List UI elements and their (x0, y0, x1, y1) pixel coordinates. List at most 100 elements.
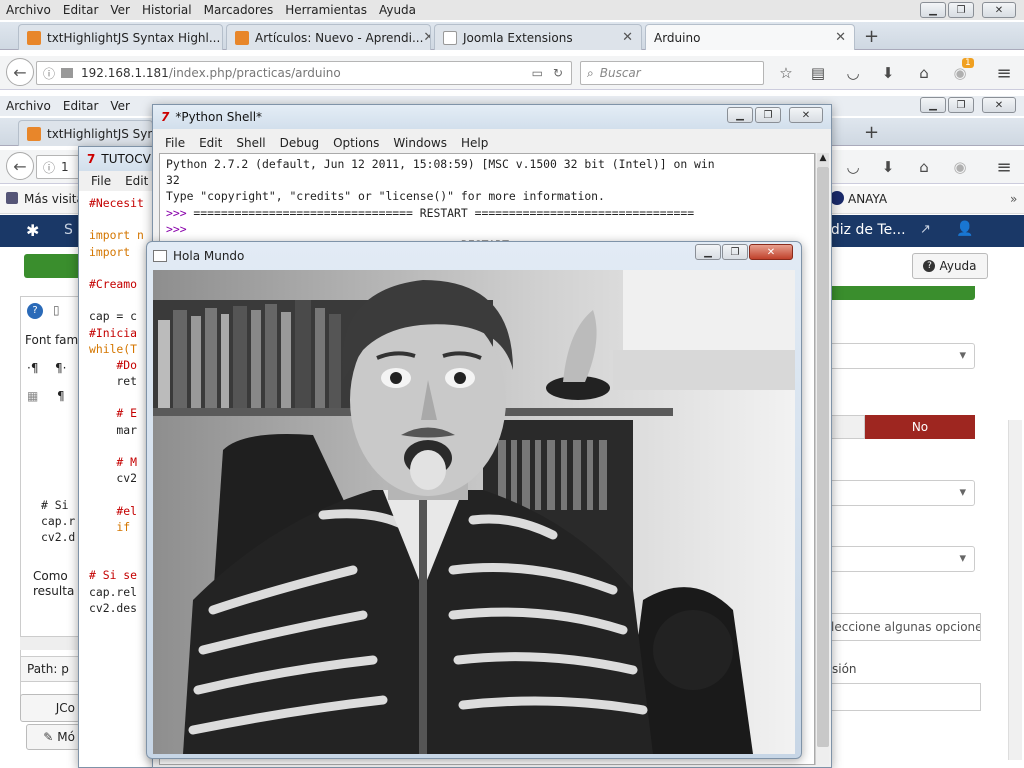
menu-historial[interactable]: Historial (136, 3, 198, 17)
bookmark-star-icon[interactable]: ☆ (776, 63, 796, 83)
maximize-button[interactable]: ❐ (722, 244, 748, 260)
reader-icon[interactable]: ▭ (532, 66, 543, 80)
editor-path-bar: Path: p (20, 656, 80, 682)
download-icon[interactable]: ⬇ (878, 157, 898, 177)
maximize-button[interactable]: ❐ (948, 97, 974, 113)
user-icon[interactable]: 👤 (956, 221, 973, 237)
nav-left-text[interactable]: S (64, 222, 73, 238)
ltr-icon[interactable]: ·¶ (27, 361, 38, 375)
menu-shell[interactable]: Shell (236, 136, 265, 150)
minimize-button[interactable]: ▁ (727, 107, 753, 123)
menu-ver[interactable]: Ver (104, 3, 136, 17)
help-button[interactable]: ? Ayuda (912, 253, 988, 279)
scroll-up-icon[interactable]: ▲ (817, 153, 829, 167)
url-bar[interactable]: ⓘ 192.168.1.181/index.php/practicas/ardu… (36, 61, 572, 85)
menu-marcadores[interactable]: Marcadores (198, 3, 280, 17)
no-toggle[interactable]: No (865, 415, 975, 439)
edit-icon: ✎ (43, 730, 54, 744)
menu-editar[interactable]: Editar (57, 3, 105, 17)
download-icon[interactable]: ⬇ (878, 63, 898, 83)
shell-scrollbar[interactable]: ▲ (815, 153, 829, 765)
editor-hscrollbar[interactable] (20, 636, 80, 650)
document-icon[interactable]: ▯ (53, 303, 60, 317)
menu-help[interactable]: Help (461, 136, 488, 150)
menu-edit[interactable]: Edit (125, 174, 148, 188)
save-button[interactable] (24, 254, 84, 278)
search-input[interactable]: ⌕ Buscar (580, 61, 764, 85)
menu-herramientas[interactable]: Herramientas (279, 3, 373, 17)
sync-icon[interactable]: ◉ (950, 157, 970, 177)
minimize-button[interactable]: ▁ (920, 2, 946, 18)
menu-editar[interactable]: Editar (57, 99, 105, 113)
joomla-logo-icon[interactable]: ✱ (26, 221, 39, 240)
tab-label: Artículos: Nuevo - Aprendi... (255, 30, 424, 45)
close-icon[interactable]: ✕ (622, 30, 633, 45)
close-window-button[interactable]: ✕ (789, 107, 823, 123)
joomla-icon (235, 30, 249, 45)
back-button[interactable]: ← (6, 152, 34, 180)
tab-arduino[interactable]: Arduino ✕ (645, 24, 855, 50)
menu-windows[interactable]: Windows (393, 136, 447, 150)
tab-label: Joomla Extensions (463, 30, 573, 45)
search-icon: ⌕ (587, 65, 594, 80)
new-tab-button[interactable]: + (864, 26, 879, 47)
back-button[interactable]: ← (6, 58, 34, 86)
url-path: /index.php/practicas/arduino (168, 66, 341, 80)
close-icon[interactable]: ✕ (835, 30, 846, 45)
reload-icon[interactable]: ↻ (553, 66, 563, 80)
close-window-button[interactable]: ✕ (749, 244, 793, 260)
close-icon[interactable]: ✕ (423, 30, 430, 45)
rtl-icon[interactable]: ¶· (55, 361, 66, 375)
maximize-button[interactable]: ❐ (948, 2, 974, 18)
paragraph-icon[interactable]: ¶ (57, 389, 65, 403)
minimize-button[interactable]: ▁ (695, 244, 721, 260)
menu-ver[interactable]: Ver (104, 99, 136, 113)
jcomments-button[interactable]: JCo (20, 694, 80, 722)
table-icon[interactable]: ▦ (27, 389, 38, 403)
close-icon[interactable]: ✕ (220, 30, 222, 45)
menu-file[interactable]: File (165, 136, 185, 150)
menu-edit[interactable]: Edit (199, 136, 222, 150)
hamburger-menu-icon[interactable]: ≡ (994, 157, 1014, 178)
editor-snippet: cv2.d (41, 530, 76, 544)
hamburger-menu-icon[interactable]: ≡ (994, 63, 1014, 84)
menu-ayuda[interactable]: Ayuda (373, 3, 422, 17)
module-button[interactable]: ✎ Mó (26, 724, 80, 750)
bookmarks-list-icon[interactable]: ▤ (808, 63, 828, 83)
pocket-icon[interactable]: ◡ (843, 157, 863, 177)
close-window-button[interactable]: ✕ (982, 2, 1016, 18)
new-tab-button[interactable]: + (864, 122, 879, 143)
close-window-button[interactable]: ✕ (982, 97, 1016, 113)
page-icon (443, 30, 457, 45)
bookmark-anaya[interactable]: ANAYA (848, 192, 887, 206)
info-icon[interactable]: ⓘ (43, 65, 55, 82)
shell-line: Type "copyright", "credits" or "license(… (166, 189, 605, 204)
shell-prompt: >>> (166, 221, 187, 236)
hola-mundo-window[interactable]: Hola Mundo ▁ ❐ ✕ (146, 241, 802, 759)
help-icon[interactable]: ? (27, 303, 43, 319)
tab-joomla-extensions[interactable]: Joomla Extensions ✕ (434, 24, 642, 50)
page-scrollbar[interactable] (1008, 420, 1022, 760)
menu-archivo[interactable]: Archivo (0, 99, 57, 113)
pocket-icon[interactable]: ◡ (843, 63, 863, 83)
chevron-right-icon[interactable]: » (1010, 192, 1017, 206)
home-icon[interactable]: ⌂ (914, 63, 934, 83)
font-family-label[interactable]: Font fam (25, 333, 78, 347)
home-icon[interactable]: ⌂ (914, 157, 934, 177)
menu-debug[interactable]: Debug (280, 136, 319, 150)
menu-file[interactable]: File (91, 174, 111, 188)
bookmark-mas-visitados[interactable]: Más visita (24, 192, 84, 206)
scroll-thumb[interactable] (817, 167, 829, 747)
menu-options[interactable]: Options (333, 136, 379, 150)
maximize-button[interactable]: ❐ (755, 107, 781, 123)
minimize-button[interactable]: ▁ (920, 97, 946, 113)
tab-txthighlight[interactable]: txtHighlightJS Syntax Highl... ✕ (18, 24, 223, 50)
menu-archivo[interactable]: Archivo (0, 3, 57, 17)
idle-editor-titlebar[interactable]: 7 TUTOCV (79, 147, 157, 171)
tab-txthighlight[interactable]: txtHighlightJS Syntax Highl... (18, 120, 153, 146)
tab-articulos[interactable]: Artículos: Nuevo - Aprendi... ✕ (226, 24, 431, 50)
info-icon[interactable]: ⓘ (43, 159, 55, 176)
notification-badge: 1 (962, 58, 974, 68)
site-name-link[interactable]: ndiz de Te... (822, 222, 906, 238)
